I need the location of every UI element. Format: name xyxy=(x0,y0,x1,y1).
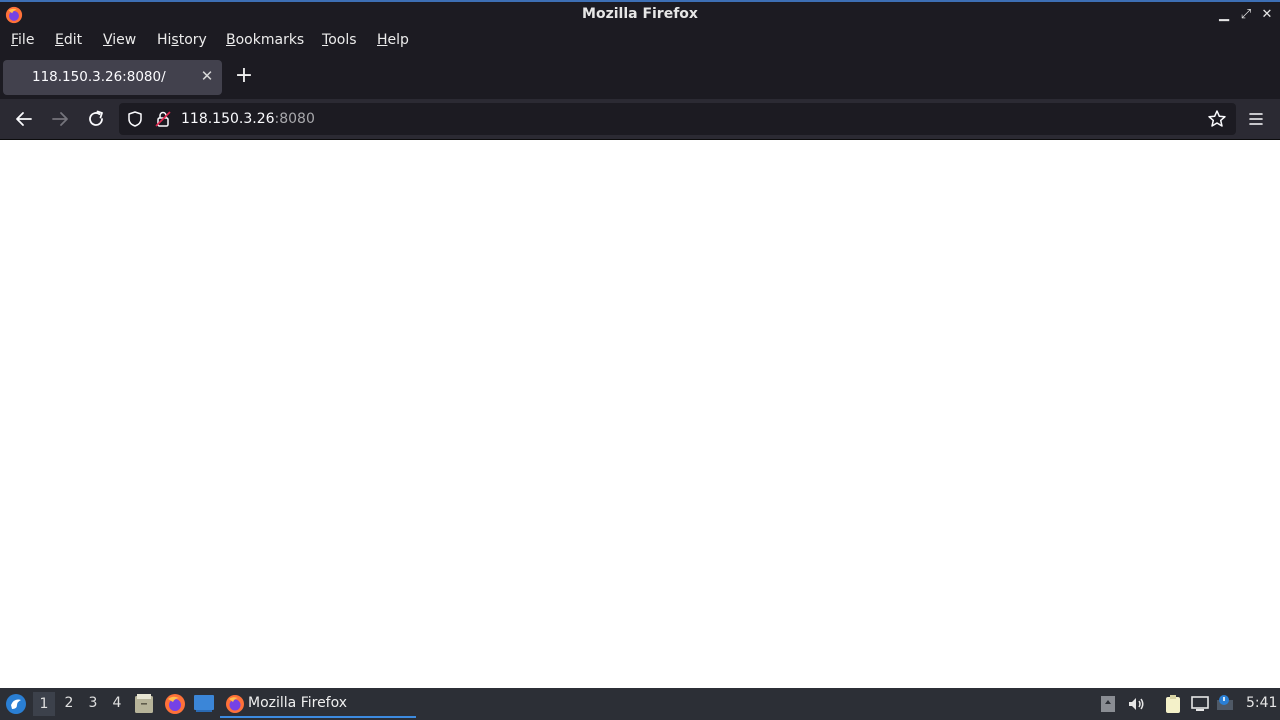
tab-close-button[interactable]: ✕ xyxy=(198,67,216,85)
workspace-2[interactable]: 2 xyxy=(58,695,80,711)
menu-bookmarks[interactable]: Bookmarks xyxy=(226,32,304,48)
page-content[interactable] xyxy=(0,141,1280,688)
forward-arrow-icon[interactable] xyxy=(48,107,72,131)
menu-file-label: ile xyxy=(18,32,35,48)
firefox-icon xyxy=(226,695,244,713)
desktop-icon[interactable] xyxy=(193,694,215,714)
url-host: 118.150.3.26 xyxy=(181,111,275,127)
start-menu-icon[interactable] xyxy=(5,693,27,715)
menu-bookmarks-label: ookmarks xyxy=(235,32,305,48)
drive-icon[interactable] xyxy=(1098,694,1118,714)
menu-view-accel: V xyxy=(103,32,113,48)
tab-title: 118.150.3.26:8080/ xyxy=(32,69,166,85)
hamburger-menu-icon[interactable] xyxy=(1244,107,1268,131)
menu-file[interactable]: File xyxy=(11,32,34,48)
menu-tools-label: ools xyxy=(328,32,357,48)
window-titlebar[interactable]: Mozilla Firefox ▁ ⤢ ✕ xyxy=(0,0,1280,28)
maximize-button[interactable]: ⤢ xyxy=(1236,5,1256,25)
back-arrow-icon[interactable] xyxy=(12,107,36,131)
menu-help-label: elp xyxy=(387,32,409,48)
menu-bookmarks-accel: B xyxy=(226,32,236,48)
workspace-4[interactable]: 4 xyxy=(106,695,128,711)
task-label: Mozilla Firefox xyxy=(248,695,348,711)
lock-icon[interactable] xyxy=(154,110,172,128)
volume-icon[interactable] xyxy=(1126,694,1146,714)
navigation-bar: 118.150.3.26:8080 xyxy=(0,99,1280,140)
menu-bar: File Edit View History Bookmarks Tools H… xyxy=(0,28,1280,55)
url-port: :8080 xyxy=(274,111,315,127)
menu-tools[interactable]: Tools xyxy=(322,32,357,48)
menu-help[interactable]: Help xyxy=(377,32,409,48)
menu-help-accel: H xyxy=(377,32,388,48)
star-icon[interactable] xyxy=(1205,107,1229,131)
menu-edit-accel: E xyxy=(55,32,64,48)
tab-strip: 118.150.3.26:8080/ ✕ + xyxy=(0,55,1280,99)
clock: 5:41 xyxy=(1246,695,1278,711)
url-text[interactable]: 118.150.3.26:8080 xyxy=(181,111,315,127)
workspace-1[interactable]: 1 xyxy=(33,692,55,716)
menu-view-label: iew xyxy=(112,32,137,48)
firefox-launcher-icon[interactable] xyxy=(164,693,186,715)
menu-history-pre: Hi xyxy=(157,32,172,48)
close-window-button[interactable]: ✕ xyxy=(1257,5,1277,25)
menu-history[interactable]: History xyxy=(157,32,207,48)
tab-active[interactable]: 118.150.3.26:8080/ ✕ xyxy=(3,60,222,95)
menu-history-accel: s xyxy=(171,32,179,48)
menu-history-label: tory xyxy=(178,32,207,48)
clipboard-icon[interactable] xyxy=(1163,694,1183,714)
minimize-button[interactable]: ▁ xyxy=(1214,5,1234,25)
window-title: Mozilla Firefox xyxy=(582,6,698,22)
reload-icon[interactable] xyxy=(84,107,108,131)
notification-icon[interactable] xyxy=(1216,694,1236,714)
taskbar: 1 2 3 4 Mozilla Firefox 5:41 xyxy=(0,688,1280,720)
menu-file-accel: F xyxy=(11,32,19,48)
file-manager-icon[interactable] xyxy=(134,693,154,715)
menu-edit[interactable]: Edit xyxy=(55,32,82,48)
menu-view[interactable]: View xyxy=(103,32,136,48)
taskbar-task-firefox[interactable]: Mozilla Firefox xyxy=(220,690,416,718)
workspace-3[interactable]: 3 xyxy=(82,695,104,711)
menu-edit-label: dit xyxy=(63,32,83,48)
new-tab-button[interactable]: + xyxy=(232,65,256,89)
url-bar[interactable]: 118.150.3.26:8080 xyxy=(119,103,1236,135)
shield-icon[interactable] xyxy=(126,110,144,128)
network-icon[interactable] xyxy=(1190,694,1210,714)
